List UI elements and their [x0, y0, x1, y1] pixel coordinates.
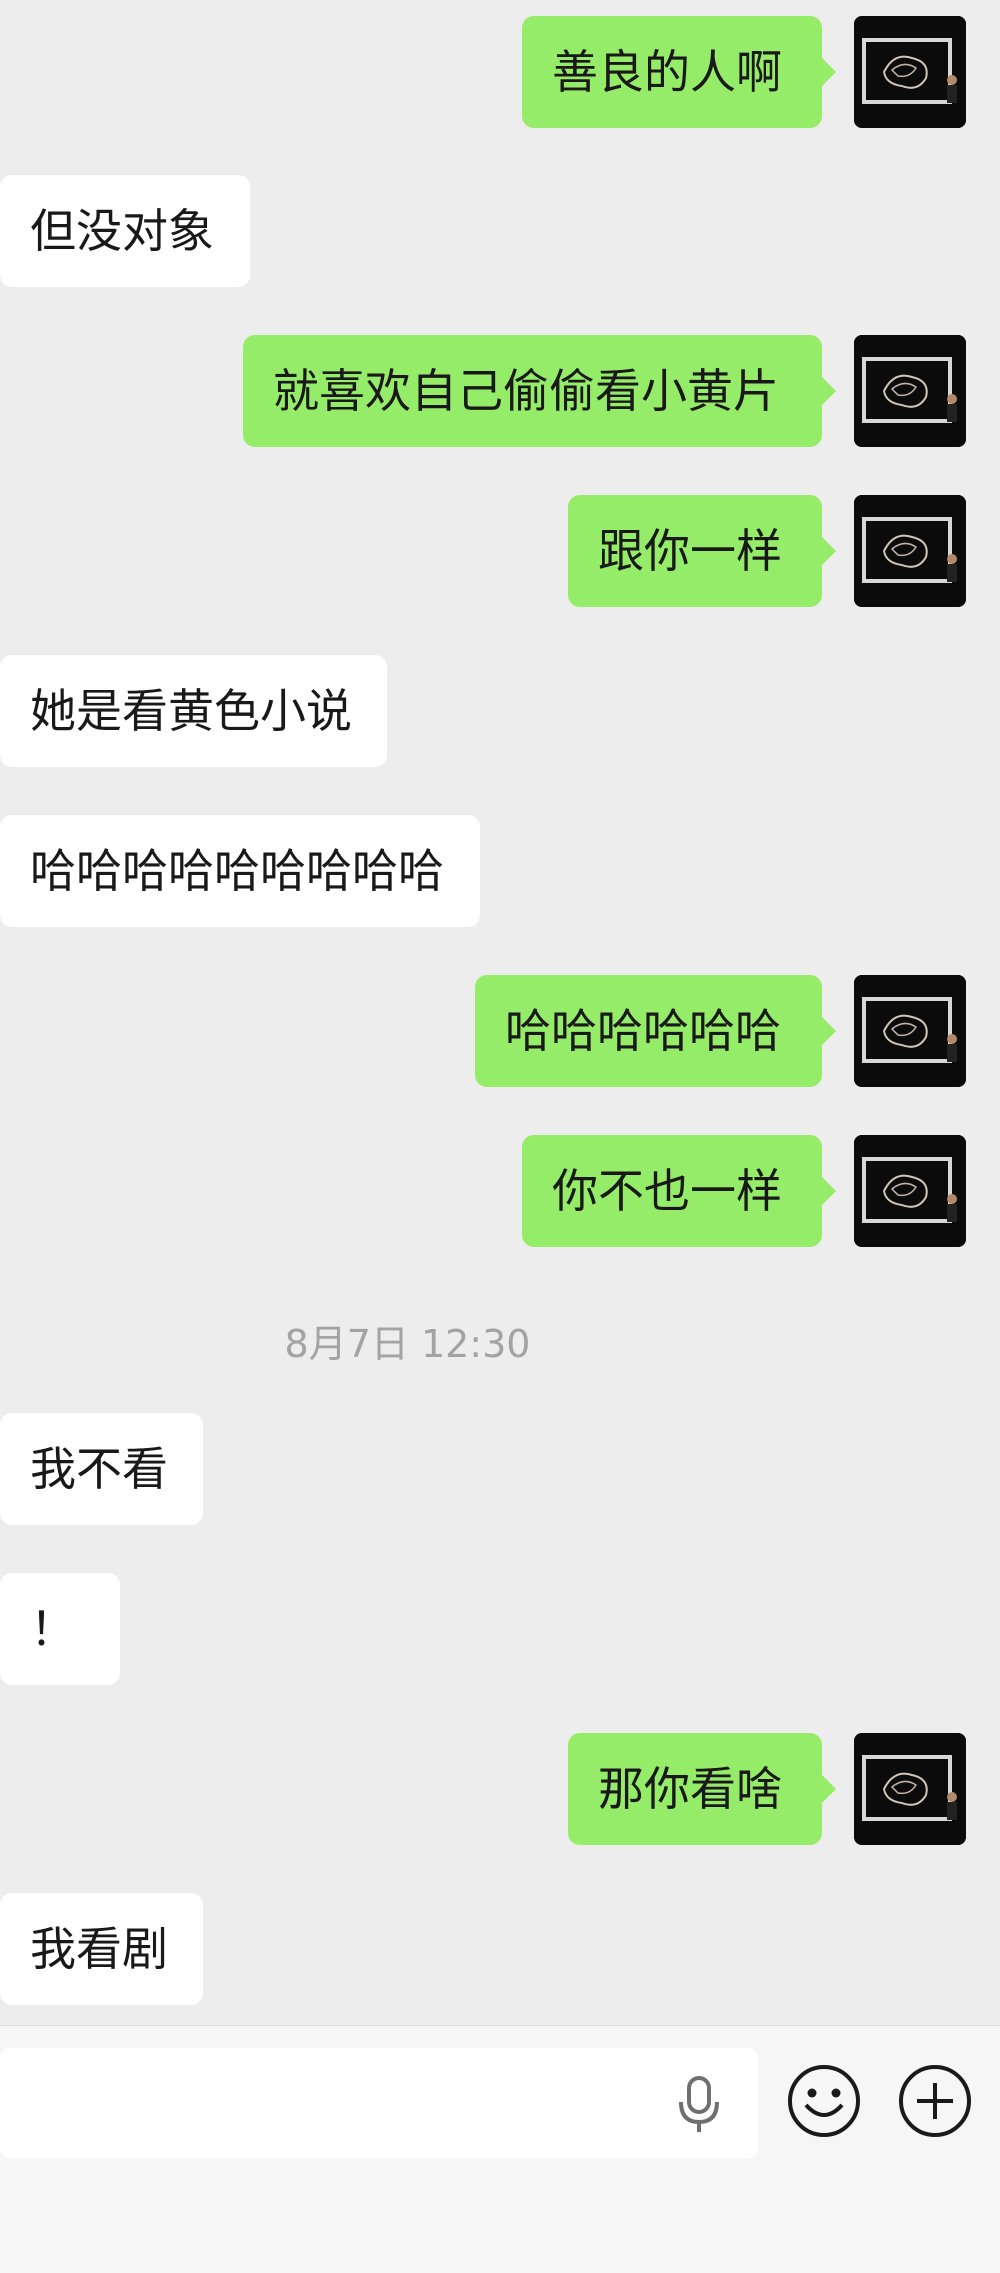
avatar-image — [854, 1733, 966, 1845]
avatar-image — [854, 335, 966, 447]
plus-icon[interactable] — [897, 2063, 973, 2143]
message-text: 那你看啥 — [598, 1762, 782, 1816]
message-text: 跟你一样 — [598, 524, 782, 578]
message-text: ！ — [30, 1602, 76, 1656]
outgoing-message-bubble[interactable]: 哈哈哈哈哈哈 — [475, 975, 836, 1087]
user-avatar[interactable] — [854, 1733, 966, 1845]
message-text: 哈哈哈哈哈哈哈哈哈 — [30, 844, 444, 898]
incoming-message-bubble[interactable]: 我看剧 — [0, 1893, 203, 2005]
message-text: 我不看 — [30, 1442, 168, 1496]
user-avatar[interactable] — [854, 975, 966, 1087]
incoming-message-bubble[interactable]: 哈哈哈哈哈哈哈哈哈 — [0, 815, 480, 927]
incoming-message-bubble[interactable]: 我不看 — [0, 1413, 203, 1525]
user-avatar[interactable] — [854, 1135, 966, 1247]
outgoing-message-bubble[interactable]: 善良的人啊 — [522, 16, 836, 128]
user-avatar[interactable] — [854, 16, 966, 128]
microphone-icon[interactable] — [672, 2056, 726, 2154]
input-bar — [0, 2025, 1000, 2273]
timestamp: 8月7日 12:30 — [284, 1322, 531, 1366]
message-text: 善良的人啊 — [552, 45, 782, 99]
message-text: 她是看黄色小说 — [30, 684, 352, 738]
user-avatar[interactable] — [854, 495, 966, 607]
incoming-message-bubble[interactable]: ！ — [0, 1573, 120, 1685]
message-text: 你不也一样 — [552, 1164, 782, 1218]
message-text: 哈哈哈哈哈哈 — [505, 1004, 781, 1058]
incoming-message-bubble[interactable]: 但没对象 — [0, 175, 250, 287]
emoji-icon[interactable] — [786, 2063, 862, 2143]
outgoing-message-bubble[interactable]: 跟你一样 — [568, 495, 836, 607]
user-avatar[interactable] — [854, 335, 966, 447]
message-text: 但没对象 — [30, 204, 214, 258]
avatar-image — [854, 975, 966, 1087]
avatar-image — [854, 1135, 966, 1247]
avatar-image — [854, 495, 966, 607]
message-input[interactable] — [0, 2048, 758, 2158]
message-text: 我看剧 — [30, 1922, 168, 1976]
message-text: 就喜欢自己偷偷看小黄片 — [273, 364, 779, 418]
outgoing-message-bubble[interactable]: 你不也一样 — [522, 1135, 836, 1247]
outgoing-message-bubble[interactable]: 就喜欢自己偷偷看小黄片 — [243, 335, 836, 447]
incoming-message-bubble[interactable]: 她是看黄色小说 — [0, 655, 387, 767]
chat-message-list[interactable]: 善良的人啊 但没对象 就喜欢自己偷偷看小黄片 跟你一样 她是看黄色小说 哈哈哈哈… — [0, 0, 1000, 2025]
avatar-image — [854, 16, 966, 128]
outgoing-message-bubble[interactable]: 那你看啥 — [568, 1733, 836, 1845]
